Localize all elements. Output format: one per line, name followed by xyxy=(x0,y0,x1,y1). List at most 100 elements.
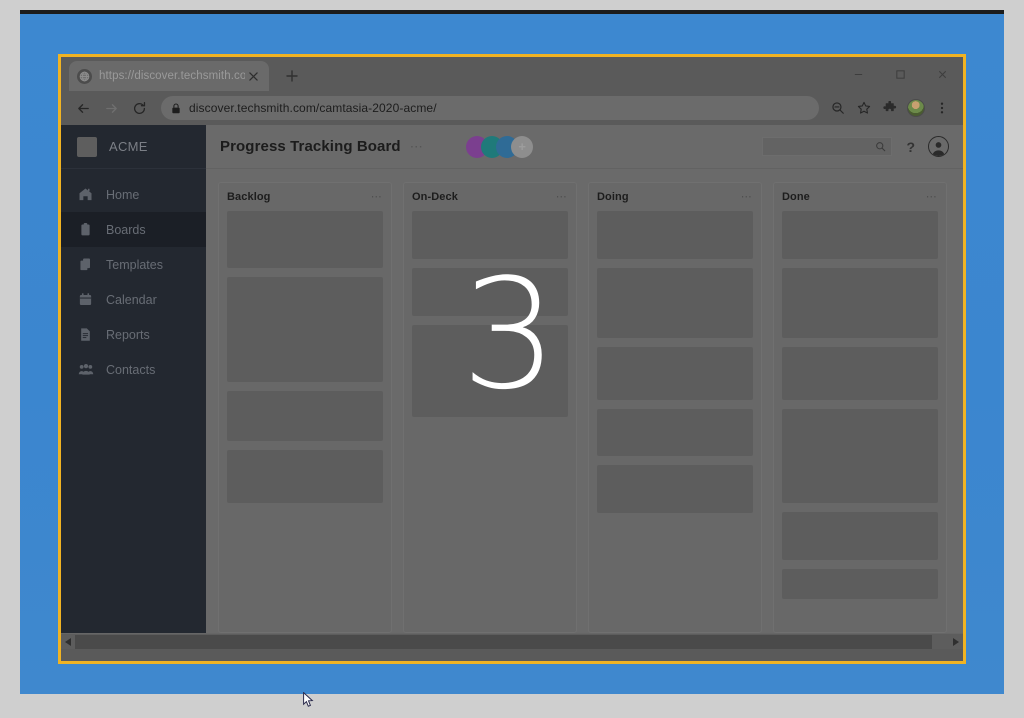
house-icon xyxy=(77,186,94,203)
arrow-left-icon[interactable] xyxy=(69,94,97,122)
board-header: Progress Tracking Board ⋯ + ? xyxy=(206,125,963,169)
brand-name: ACME xyxy=(109,139,148,154)
search-icon xyxy=(876,142,886,152)
ellipsis-icon[interactable]: ⋯ xyxy=(371,191,383,203)
close-icon[interactable] xyxy=(921,57,963,91)
plus-icon[interactable] xyxy=(279,63,305,89)
column-title: Doing xyxy=(597,191,629,203)
close-icon[interactable] xyxy=(245,68,261,84)
screenshot-root: https://discover.techsmith.com/c xyxy=(0,0,1024,718)
mouse-cursor xyxy=(303,691,314,708)
column-title: Done xyxy=(782,191,810,203)
desktop-top-edge xyxy=(20,10,1004,14)
sidebar-item-label: Home xyxy=(106,187,140,202)
triangle-right-icon[interactable] xyxy=(949,634,963,650)
sidebar-item-label: Boards xyxy=(106,222,146,237)
column-header: On-Deck ⋯ xyxy=(412,191,568,203)
horizontal-scrollbar[interactable] xyxy=(61,633,963,649)
column-title: On-Deck xyxy=(412,191,458,203)
web-page-viewport: ACME Home Boards Templates Calendar Repo… xyxy=(61,125,963,633)
header-actions: ? xyxy=(762,136,949,157)
document-icon xyxy=(77,326,94,343)
sidebar-item-contacts[interactable]: Contacts xyxy=(61,352,206,387)
lock-icon xyxy=(171,102,181,114)
app-content: Progress Tracking Board ⋯ + ? Backlog ⋯ … xyxy=(206,125,963,633)
column-title: Backlog xyxy=(227,191,271,203)
kanban-card[interactable] xyxy=(782,268,938,338)
sidebar-item-label: Templates xyxy=(106,257,163,272)
sidebar-item-home[interactable]: Home xyxy=(61,177,206,212)
three-dot-menu-icon[interactable] xyxy=(929,95,955,121)
address-bar[interactable]: discover.techsmith.com/camtasia-2020-acm… xyxy=(161,96,819,120)
ellipsis-icon[interactable]: ⋯ xyxy=(926,191,938,203)
kanban-column-on-deck: On-Deck ⋯ xyxy=(403,182,577,633)
arrow-right-icon[interactable] xyxy=(97,94,125,122)
kanban-board: Backlog ⋯ On-Deck ⋯ Doing ⋯ Done ⋯ 3 xyxy=(206,169,963,633)
help-button[interactable]: ? xyxy=(906,139,915,155)
triangle-left-icon[interactable] xyxy=(61,634,75,650)
reload-icon[interactable] xyxy=(125,94,153,122)
ellipsis-icon[interactable]: ⋯ xyxy=(410,140,424,153)
sidebar-item-label: Calendar xyxy=(106,292,157,307)
brand-header: ACME xyxy=(61,125,206,169)
kanban-card[interactable] xyxy=(782,512,938,560)
browser-tab-strip: https://discover.techsmith.com/c xyxy=(61,57,963,91)
member-avatar-group: + xyxy=(466,135,534,158)
calendar-icon xyxy=(77,291,94,308)
kanban-card[interactable] xyxy=(227,277,383,382)
sidebar-item-boards[interactable]: Boards xyxy=(61,212,206,247)
sidebar-nav-list: Home Boards Templates Calendar Reports C… xyxy=(61,169,206,387)
puzzle-piece-icon[interactable] xyxy=(877,95,903,121)
app-sidebar: ACME Home Boards Templates Calendar Repo… xyxy=(61,125,206,633)
kanban-card[interactable] xyxy=(597,347,753,400)
people-icon xyxy=(77,361,94,378)
sidebar-item-reports[interactable]: Reports xyxy=(61,317,206,352)
scrollbar-track[interactable] xyxy=(75,634,949,650)
sidebar-item-label: Reports xyxy=(106,327,150,342)
page-title: Progress Tracking Board xyxy=(220,138,401,155)
globe-icon xyxy=(77,68,92,84)
kanban-card[interactable] xyxy=(782,347,938,400)
ellipsis-icon[interactable]: ⋯ xyxy=(556,191,568,203)
zoom-out-icon[interactable] xyxy=(825,95,851,121)
user-avatar-icon[interactable] xyxy=(928,136,949,157)
kanban-card[interactable] xyxy=(782,409,938,503)
maximize-icon[interactable] xyxy=(879,57,921,91)
sidebar-item-calendar[interactable]: Calendar xyxy=(61,282,206,317)
kanban-card[interactable] xyxy=(227,211,383,268)
add-member-button[interactable]: + xyxy=(511,135,534,158)
column-header: Backlog ⋯ xyxy=(227,191,383,203)
sidebar-item-label: Contacts xyxy=(106,362,156,377)
search-input[interactable] xyxy=(762,137,893,156)
window-controls xyxy=(837,57,963,91)
kanban-card[interactable] xyxy=(597,409,753,456)
kanban-column-done: Done ⋯ xyxy=(773,182,947,633)
kanban-card[interactable] xyxy=(227,391,383,441)
kanban-card[interactable] xyxy=(227,450,383,503)
kanban-card[interactable] xyxy=(412,211,568,259)
kanban-column-backlog: Backlog ⋯ xyxy=(218,182,392,633)
tab-title: https://discover.techsmith.com/c xyxy=(99,70,245,82)
layers-icon xyxy=(77,256,94,273)
browser-tab[interactable]: https://discover.techsmith.com/c xyxy=(69,61,269,91)
kanban-card[interactable] xyxy=(597,268,753,338)
minimize-icon[interactable] xyxy=(837,57,879,91)
star-icon[interactable] xyxy=(851,95,877,121)
column-header: Doing ⋯ xyxy=(597,191,753,203)
clipboard-icon xyxy=(77,221,94,238)
address-bar-url: discover.techsmith.com/camtasia-2020-acm… xyxy=(189,101,437,115)
kanban-column-doing: Doing ⋯ xyxy=(588,182,762,633)
kanban-card[interactable] xyxy=(412,268,568,316)
kanban-card[interactable] xyxy=(782,569,938,599)
kanban-card[interactable] xyxy=(782,211,938,259)
sidebar-item-templates[interactable]: Templates xyxy=(61,247,206,282)
browser-window: https://discover.techsmith.com/c xyxy=(58,54,966,664)
scrollbar-thumb[interactable] xyxy=(75,634,932,649)
ellipsis-icon[interactable]: ⋯ xyxy=(741,191,753,203)
square-logo-icon xyxy=(77,136,97,157)
profile-avatar-icon[interactable] xyxy=(903,95,929,121)
kanban-card[interactable] xyxy=(597,211,753,259)
column-header: Done ⋯ xyxy=(782,191,938,203)
kanban-card[interactable] xyxy=(412,325,568,417)
kanban-card[interactable] xyxy=(597,465,753,513)
